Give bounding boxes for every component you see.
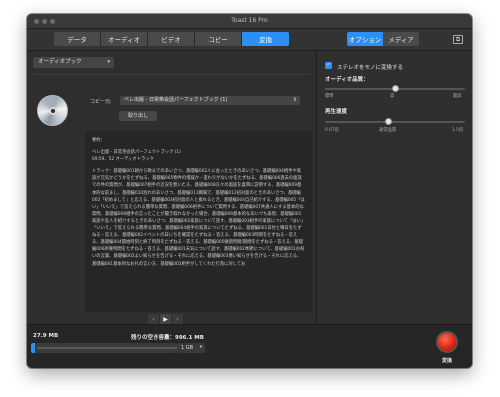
chevron-down-icon: ▾ [107,59,110,65]
main-tab-bar: データ オーディオ ビデオ コピー 変換 [54,32,289,46]
cd-disc-icon [37,95,68,126]
audio-quality-mid-label: 高 [390,94,395,99]
summary-title: ベレ出版 - 日常英会話パーフェクトブック (1) [92,150,181,156]
capacity-bar [31,343,177,353]
audio-quality-slider[interactable] [325,85,465,92]
status-bar: 27.9 MB 残りの空き容量：996.1 MB 1 GB ▾ 変換 [27,324,472,368]
audio-quality-min-label: 標準 [325,94,334,99]
copy-source-value: ベレ出版 - 日常英会話パーフェクトブック (1) [124,97,228,103]
playback-speed-slider-knob[interactable] [384,118,392,125]
tab-video[interactable]: ビデオ [148,32,195,46]
audio-quality-max-label: 最高 [453,94,462,99]
chevron-updown-icon: ⇕ [292,97,297,103]
side-tab-bar: オプション メディア [347,32,419,46]
stereo-to-mono-label: ステレオをモノに変換する [337,65,404,71]
tab-data[interactable]: データ [54,32,101,46]
summary-panel: 要約： ベレ出版 - 日常英会話パーフェクトブック (1) 69:59、52 オ… [85,131,312,312]
toolbar: データ オーディオ ビデオ コピー 変換 オプション メディア ⧉ [27,29,472,51]
capacity-select[interactable]: 1 GB ▾ [177,343,205,353]
playback-speed-min-label: 0.67倍 [325,128,339,133]
playback-speed-title: 再生速度 [325,109,348,115]
format-dropdown-value: オーディオブック [38,59,82,65]
project-size: 27.9 MB [33,333,59,339]
audio-quality-slider-knob[interactable] [391,85,399,92]
playback-speed-mid-label: 通常品質 [379,128,397,133]
format-dropdown[interactable]: オーディオブック ▾ [33,57,114,68]
free-space: 残りの空き容量：996.1 MB [131,335,204,341]
project-pane: オーディオブック ▾ コピー元: ベレ出版 - 日常英会話パーフェクトブック (… [27,51,316,326]
playback-speed-max-label: 1.5倍 [452,128,464,133]
convert-button-label: 変換 [441,358,452,364]
summary-heading: 要約： [92,138,105,143]
tab-options[interactable]: オプション [347,32,383,46]
window-title: Toast 16 Pro [231,17,268,24]
title-bar: Toast 16 Pro [27,14,472,29]
divider [33,74,310,75]
app-window: Toast 16 Pro データ オーディオ ビデオ コピー 変換 オプション … [27,14,472,368]
options-pane: ✓ ステレオをモノに変換する オーディオ品質： 標準 高 最高 再生速度 0.6… [317,51,472,324]
convert-button[interactable] [436,331,458,353]
tab-audio[interactable]: オーディオ [101,32,148,46]
tab-media[interactable]: メディア [383,32,419,46]
stereo-to-mono-checkbox[interactable]: ✓ [325,62,332,69]
capacity-bar-track [37,347,177,349]
tab-copy[interactable]: コピー [195,32,242,46]
chevron-down-icon: ▾ [199,345,202,350]
summary-duration: 69:59、52 オーディオトラック [92,157,154,163]
copy-source-label: コピー元: [90,99,112,105]
audio-quality-title: オーディオ品質： [325,77,369,83]
capacity-value: 1 GB [181,345,194,351]
copy-source-select[interactable]: ベレ出版 - 日常英会話パーフェクトブック (1) ⇕ [120,96,300,105]
toggle-panel-icon[interactable]: ⧉ [453,35,463,44]
tab-convert[interactable]: 変換 [242,32,289,46]
summary-track-list: トラック：基礎編001朝から晩までのあいさつ、基礎編002人に会ったときのあいさ… [92,169,305,267]
capacity-bar-fill [31,343,36,353]
eject-button[interactable]: 取り出し [119,111,157,121]
playback-speed-slider[interactable] [325,118,465,125]
